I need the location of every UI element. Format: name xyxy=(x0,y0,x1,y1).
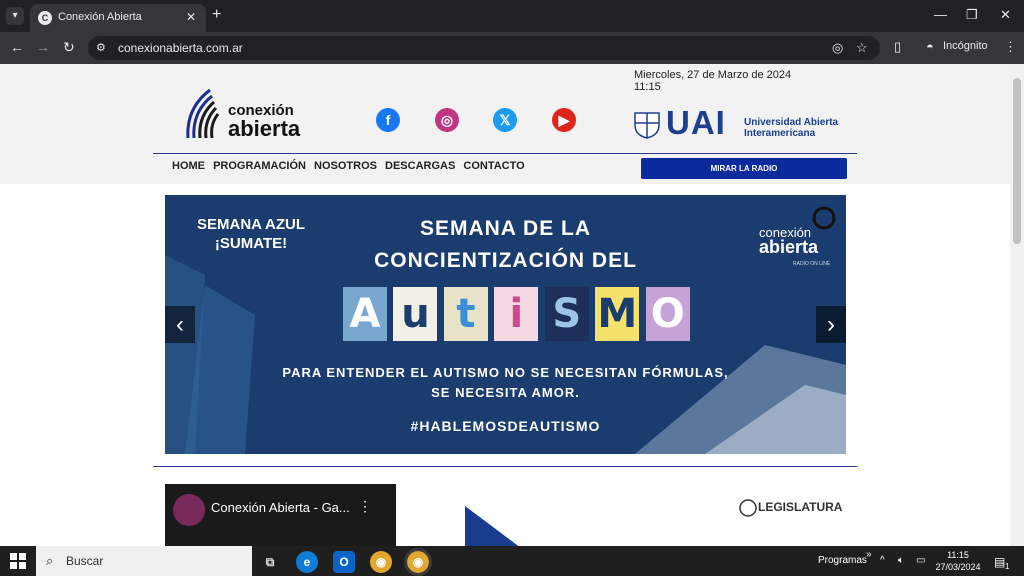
menu-programacion[interactable]: PROGRAMACIÓN xyxy=(213,160,306,172)
menu-contacto[interactable]: CONTACTO xyxy=(463,160,524,172)
banner-title-line2: CONCIENTIZACIÓN DEL xyxy=(374,249,637,272)
bookmark-star-icon[interactable]: ☆ xyxy=(856,40,868,56)
web-page: conexión abierta f ◎ 𝕏 ▶ Miercoles, 27 d… xyxy=(0,64,1010,546)
conexion-abierta-logo[interactable]: conexión abierta xyxy=(180,78,320,144)
autismo-letter: M xyxy=(595,287,640,341)
menu-home[interactable]: HOME xyxy=(172,160,205,172)
address-bar[interactable]: ⚙ conexionabierta.com.ar ◎ ☆ xyxy=(88,36,880,60)
current-date: Miercoles, 27 de Marzo de 2024 11:15 xyxy=(634,69,791,93)
search-icon: ⌕ xyxy=(46,553,54,568)
tab-search-button[interactable]: ▾ xyxy=(6,7,24,25)
new-tab-button[interactable]: + xyxy=(212,6,221,24)
task-view-icon[interactable]: ⧉ xyxy=(259,551,281,573)
active-tab[interactable]: C Conexión Abierta ✕ xyxy=(30,4,206,32)
promo-triangle-graphic xyxy=(465,506,519,546)
watch-radio-button[interactable]: MIRAR LA RADIO xyxy=(641,158,847,179)
uai-name-line1: Universidad Abierta xyxy=(744,117,839,128)
menu-descargas[interactable]: DESCARGAS xyxy=(385,160,455,172)
radio-waves-icon xyxy=(186,88,220,139)
minimize-icon[interactable]: — xyxy=(934,7,947,22)
legislatura-label: LEGISLATURA xyxy=(758,500,843,514)
uai-logo-text[interactable]: UAI xyxy=(666,104,726,142)
scrollbar-thumb[interactable] xyxy=(1013,78,1021,244)
banner-logo-bottom: abierta xyxy=(759,237,819,257)
banner-subtitle-line1: PARA ENTENDER EL AUTISMO NO SE NECESITAN… xyxy=(282,365,729,380)
restore-icon[interactable]: ❐ xyxy=(966,7,978,23)
instagram-icon[interactable]: ◎ xyxy=(435,108,459,132)
windows-taskbar: ⌕ Buscar ⧉ e O ◉ ◉ Programas » ^ 🔈︎ ▭ 11… xyxy=(0,546,1024,576)
banner-radio-icon xyxy=(812,206,836,230)
time-text: 11:15 xyxy=(634,81,661,93)
autismo-letter: u xyxy=(393,287,438,341)
uai-full-name: Universidad Abierta Interamericana xyxy=(744,117,838,139)
programs-label[interactable]: Programas xyxy=(818,555,867,566)
outlook-icon[interactable]: O xyxy=(333,551,355,573)
uai-shield-icon xyxy=(634,112,660,139)
tab-strip: ▾ C Conexión Abierta ✕ + — ❐ ✕ xyxy=(0,0,1024,32)
edge-icon[interactable]: e xyxy=(296,551,318,573)
channel-avatar xyxy=(173,494,205,526)
chrome-icon[interactable]: ◉ xyxy=(370,551,392,573)
banner-logo-tag: RADIO ON LINE xyxy=(793,261,831,267)
notification-count: 1 xyxy=(1005,562,1010,571)
overflow-chevron-icon[interactable]: » xyxy=(866,549,872,560)
chrome-active-icon[interactable]: ◉ xyxy=(404,548,432,576)
forward-icon[interactable]: → xyxy=(36,39,50,55)
taskbar-clock[interactable]: 11:15 27/03/2024 xyxy=(932,549,984,573)
main-menu: HOME PROGRAMACIÓN NOSOTROS DESCARGAS CON… xyxy=(172,160,530,172)
banner-title-line1: SEMANA DE LA xyxy=(419,217,592,240)
menu-kebab-icon[interactable]: ⋮ xyxy=(1004,39,1017,55)
x-twitter-icon[interactable]: 𝕏 xyxy=(493,108,517,132)
banner-autismo-word: A u t i S M O xyxy=(343,287,692,347)
back-icon[interactable]: ← xyxy=(10,39,24,55)
slider-next-button[interactable]: › xyxy=(816,306,846,343)
volume-icon[interactable]: 🔈︎ xyxy=(898,555,904,566)
banner-hashtag: #HABLEMOSDEAUTISMO xyxy=(410,418,601,434)
date-text: Miercoles, 27 de Marzo de 2024 xyxy=(634,69,792,81)
legislatura-seal-icon xyxy=(739,499,757,517)
autismo-letter: O xyxy=(645,287,690,341)
video-more-icon[interactable]: ⋮ xyxy=(358,498,372,515)
youtube-icon[interactable]: ▶ xyxy=(552,108,576,132)
browser-toolbar: ← → ↻ ⚙ conexionabierta.com.ar ◎ ☆ ▯ ◓ I… xyxy=(0,32,1024,64)
incognito-label[interactable]: Incógnito xyxy=(943,40,988,52)
video-title[interactable]: Conexión Abierta - Ga... xyxy=(211,500,350,515)
promo-card[interactable] xyxy=(399,484,611,546)
url-text[interactable]: conexionabierta.com.ar xyxy=(118,41,243,55)
clock-date: 27/03/2024 xyxy=(935,562,981,572)
header-divider xyxy=(153,153,857,154)
legislatura-card[interactable]: LEGISLATURA xyxy=(634,484,847,546)
taskbar-search-placeholder: Buscar xyxy=(66,554,104,568)
logo-text-bottom: abierta xyxy=(228,116,301,141)
notification-icon[interactable]: ▤ xyxy=(994,555,1005,569)
slider-prev-button[interactable]: ‹ xyxy=(165,306,195,343)
reload-icon[interactable]: ↻ xyxy=(63,39,75,56)
site-info-icon[interactable]: ⚙ xyxy=(96,41,106,54)
content-divider xyxy=(153,466,857,467)
site-favicon-icon: C xyxy=(38,11,52,25)
hero-banner-slide[interactable]: SEMANA AZUL ¡SUMATE! SEMANA DE LA CONCIE… xyxy=(165,195,846,454)
menu-nosotros[interactable]: NOSOTROS xyxy=(314,160,377,172)
close-window-icon[interactable]: ✕ xyxy=(1000,7,1011,23)
uai-name-line2: Interamericana xyxy=(744,128,816,139)
network-icon[interactable]: ▭ xyxy=(916,555,925,566)
autismo-letter: i xyxy=(494,287,539,341)
video-card[interactable]: Conexión Abierta - Ga... ⋮ xyxy=(165,484,396,546)
clock-time: 11:15 xyxy=(947,550,969,560)
eye-off-icon[interactable]: ◎ xyxy=(832,40,843,56)
close-tab-icon[interactable]: ✕ xyxy=(186,10,196,24)
page-scrollbar[interactable] xyxy=(1010,64,1024,546)
windows-start-icon[interactable] xyxy=(10,553,26,569)
facebook-icon[interactable]: f xyxy=(376,108,400,132)
autismo-letter: S xyxy=(544,287,589,341)
banner-subtitle-line2: SE NECESITA AMOR. xyxy=(431,385,580,400)
tab-title: Conexión Abierta xyxy=(58,11,142,23)
tray-expand-icon[interactable]: ^ xyxy=(880,555,885,566)
incognito-icon: ◓ xyxy=(926,39,934,54)
side-panel-icon[interactable]: ▯ xyxy=(894,39,901,55)
autismo-letter: A xyxy=(343,287,387,341)
taskbar-search-box[interactable]: ⌕ Buscar xyxy=(36,546,252,576)
site-header: conexión abierta f ◎ 𝕏 ▶ Miercoles, 27 d… xyxy=(0,64,1010,184)
autismo-letter: t xyxy=(443,287,488,341)
